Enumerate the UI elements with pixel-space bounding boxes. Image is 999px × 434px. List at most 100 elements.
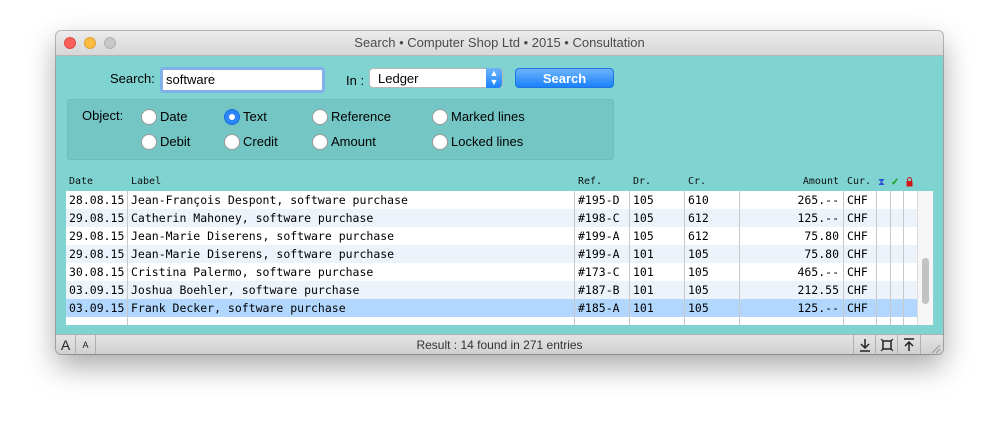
cell-cur: CHF: [847, 301, 868, 315]
radio-dot: [141, 134, 157, 150]
radio-dot: [224, 134, 240, 150]
cell-dr: 105: [633, 229, 654, 243]
cell-dr: 105: [633, 193, 654, 207]
column-divider: [876, 191, 877, 325]
vertical-scrollbar[interactable]: [917, 191, 933, 325]
header-ref[interactable]: Ref.: [578, 176, 602, 187]
column-divider: [684, 191, 685, 325]
cell-dr: 101: [633, 283, 654, 297]
radio-dot: [141, 109, 157, 125]
header-amount[interactable]: Amount: [741, 176, 839, 187]
cell-label: Catherin Mahoney, software purchase: [131, 211, 374, 225]
cell-cr: 105: [688, 265, 709, 279]
status-bar: A A Result : 14 found in 271 entries: [56, 334, 943, 354]
in-select[interactable]: Ledger ▲ ▼: [369, 68, 503, 88]
table-row[interactable]: 29.08.15 Jean-Marie Diserens, software pu…: [66, 245, 917, 263]
cell-label: Jean-François Despont, software purchase: [131, 193, 408, 207]
title-bar[interactable]: Search • Computer Shop Ltd • 2015 • Cons…: [56, 31, 943, 56]
window-title: Search • Computer Shop Ltd • 2015 • Cons…: [354, 35, 645, 50]
cell-date: 30.08.15: [69, 265, 125, 279]
header-date[interactable]: Date: [69, 176, 93, 187]
cell-amount: 125.--: [797, 301, 839, 315]
column-divider: [890, 191, 891, 325]
scrollbar-thumb[interactable]: [922, 258, 929, 304]
cell-date: 29.08.15: [69, 247, 125, 261]
column-divider: [903, 191, 904, 325]
cell-label: Jean-Marie Diserens, software purchase: [131, 229, 395, 243]
cell-ref: #173-C: [578, 265, 620, 279]
cell-amount: 75.80: [804, 247, 839, 261]
upload-icon[interactable]: [898, 335, 921, 354]
header-label[interactable]: Label: [131, 176, 161, 187]
column-divider: [739, 191, 740, 325]
radio-dot: [312, 134, 328, 150]
cell-cr: 105: [688, 301, 709, 315]
cell-cr: 612: [688, 211, 709, 225]
cell-ref: #198-C: [578, 211, 620, 225]
cell-cur: CHF: [847, 211, 868, 225]
cell-dr: 101: [633, 265, 654, 279]
cell-label: Jean-Marie Diserens, software purchase: [131, 247, 395, 261]
search-button[interactable]: Search: [515, 68, 614, 88]
cell-ref: #199-A: [578, 247, 620, 261]
table-row[interactable]: 30.08.15 Cristina Palermo, software purch…: [66, 263, 917, 281]
cell-cur: CHF: [847, 193, 868, 207]
cell-cur: CHF: [847, 247, 868, 261]
cell-ref: #195-D: [578, 193, 620, 207]
table-row[interactable]: 29.08.15 Catherin Mahoney, software purch…: [66, 209, 917, 227]
results-table[interactable]: 28.08.15 Jean-François Despont, software …: [66, 191, 917, 325]
cell-cr: 610: [688, 193, 709, 207]
radio-dot: [224, 109, 240, 125]
cell-amount: 465.--: [797, 265, 839, 279]
cell-ref: #199-A: [578, 229, 620, 243]
download-icon[interactable]: [853, 335, 876, 354]
cell-dr: 101: [633, 247, 654, 261]
cell-ref: #187-B: [578, 283, 620, 297]
paperclip-icon[interactable]: ⧗: [878, 177, 885, 188]
table-row[interactable]: 03.09.15 Frank Decker, software purchase #…: [66, 299, 917, 317]
resize-grip-icon[interactable]: [929, 341, 941, 354]
cell-cur: CHF: [847, 265, 868, 279]
fit-window-icon[interactable]: [876, 335, 898, 354]
cell-ref: #185-A: [578, 301, 620, 315]
header-dr[interactable]: Dr.: [633, 176, 651, 187]
radio-dot: [432, 109, 448, 125]
cell-date: 28.08.15: [69, 193, 125, 207]
result-count: Result : 14 found in 271 entries: [416, 338, 583, 352]
header-cr[interactable]: Cr.: [688, 176, 706, 187]
radio-dot: [432, 134, 448, 150]
select-arrows-icon: ▲ ▼: [486, 68, 502, 88]
cell-date: 29.08.15: [69, 229, 125, 243]
table-row[interactable]: 29.08.15 Jean-Marie Diserens, software pu…: [66, 227, 917, 245]
in-select-value: Ledger: [378, 71, 419, 86]
column-divider: [843, 191, 844, 325]
cell-dr: 101: [633, 301, 654, 315]
cell-date: 29.08.15: [69, 211, 125, 225]
object-label: Object:: [82, 108, 124, 123]
table-row[interactable]: 28.08.15 Jean-François Despont, software …: [66, 191, 917, 209]
cell-amount: 75.80: [804, 229, 839, 243]
cell-cur: CHF: [847, 283, 868, 297]
search-input[interactable]: [160, 67, 325, 93]
checkmark-icon[interactable]: ✓: [891, 177, 899, 188]
cell-cur: CHF: [847, 229, 868, 243]
column-divider: [127, 191, 128, 325]
column-divider: [629, 191, 630, 325]
column-divider: [574, 191, 575, 325]
cell-amount: 125.--: [797, 211, 839, 225]
in-label: In :: [346, 73, 365, 88]
cell-cr: 105: [688, 283, 709, 297]
table-row[interactable]: 03.09.15 Joshua Boehler, software purchas…: [66, 281, 917, 299]
cell-amount: 212.55: [797, 283, 839, 297]
header-cur[interactable]: Cur.: [847, 176, 871, 187]
radio-dot: [312, 109, 328, 125]
search-window: Search • Computer Shop Ltd • 2015 • Cons…: [56, 31, 943, 354]
lock-icon[interactable]: [906, 177, 913, 190]
cell-cr: 612: [688, 229, 709, 243]
cell-date: 03.09.15: [69, 301, 125, 315]
cell-date: 03.09.15: [69, 283, 125, 297]
cell-cr: 105: [688, 247, 709, 261]
cell-label: Joshua Boehler, software purchase: [131, 283, 360, 297]
cell-label: Cristina Palermo, software purchase: [131, 265, 374, 279]
cell-dr: 105: [633, 211, 654, 225]
